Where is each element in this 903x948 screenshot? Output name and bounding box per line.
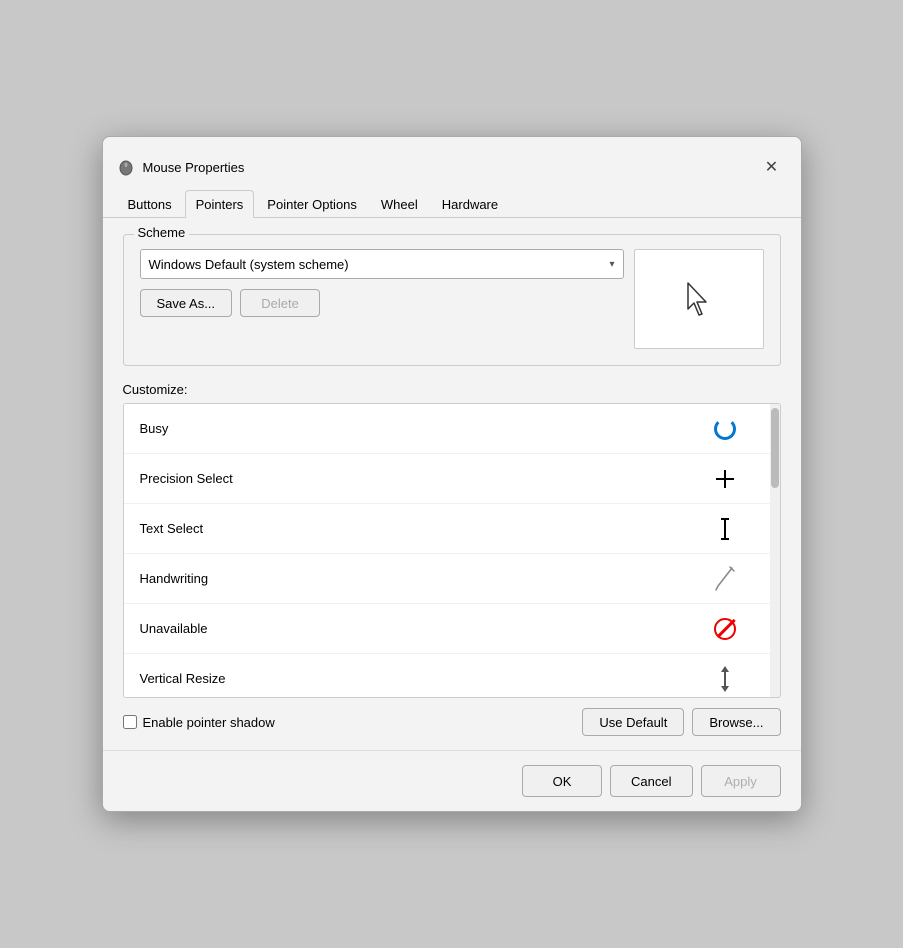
customize-label: Customize: xyxy=(123,382,781,397)
tab-pointer-options[interactable]: Pointer Options xyxy=(256,190,368,218)
list-item[interactable]: Vertical Resize xyxy=(124,654,780,698)
cancel-button[interactable]: Cancel xyxy=(610,765,692,797)
customize-list: Busy Precision Select Text Select xyxy=(123,403,781,698)
list-item[interactable]: Precision Select xyxy=(124,454,780,504)
browse-button[interactable]: Browse... xyxy=(692,708,780,736)
item-label-unavailable: Unavailable xyxy=(140,621,208,636)
unavailable-icon xyxy=(710,614,740,644)
tab-bar: Buttons Pointers Pointer Options Wheel H… xyxy=(103,189,801,218)
item-label-precision: Precision Select xyxy=(140,471,233,486)
apply-button[interactable]: Apply xyxy=(701,765,781,797)
dialog-icon xyxy=(117,158,135,176)
chevron-down-icon: ▾ xyxy=(609,259,614,270)
scheme-group-label: Scheme xyxy=(134,225,190,240)
scheme-left: Windows Default (system scheme) ▾ Save A… xyxy=(140,249,624,317)
list-item[interactable]: Handwriting xyxy=(124,554,780,604)
scheme-group: Scheme Windows Default (system scheme) ▾… xyxy=(123,234,781,366)
scheme-dropdown[interactable]: Windows Default (system scheme) ▾ xyxy=(140,249,624,279)
bottom-action-buttons: Use Default Browse... xyxy=(582,708,780,736)
vertical-resize-icon xyxy=(710,664,740,694)
use-default-button[interactable]: Use Default xyxy=(582,708,684,736)
scrollbar-track[interactable] xyxy=(770,404,780,697)
busy-icon xyxy=(710,414,740,444)
cursor-preview-icon xyxy=(684,281,714,317)
item-label-busy: Busy xyxy=(140,421,169,436)
list-item[interactable]: Busy xyxy=(124,404,780,454)
scrollbar-thumb[interactable] xyxy=(771,408,779,488)
scheme-buttons: Save As... Delete xyxy=(140,289,624,317)
text-select-icon xyxy=(710,514,740,544)
list-item[interactable]: Text Select xyxy=(124,504,780,554)
tab-pointers[interactable]: Pointers xyxy=(185,190,255,218)
scheme-row: Windows Default (system scheme) ▾ Save A… xyxy=(140,249,764,349)
item-label-handwriting: Handwriting xyxy=(140,571,209,586)
save-as-button[interactable]: Save As... xyxy=(140,289,233,317)
cursor-preview-box xyxy=(634,249,764,349)
enable-shadow-checkbox[interactable] xyxy=(123,715,137,729)
tab-hardware[interactable]: Hardware xyxy=(431,190,509,218)
list-item[interactable]: Unavailable xyxy=(124,604,780,654)
item-label-text: Text Select xyxy=(140,521,204,536)
enable-shadow-row: Enable pointer shadow xyxy=(123,715,275,730)
precision-select-icon xyxy=(710,464,740,494)
close-button[interactable]: ✕ xyxy=(757,152,787,182)
enable-shadow-label: Enable pointer shadow xyxy=(143,715,275,730)
item-label-vresize: Vertical Resize xyxy=(140,671,226,686)
handwriting-icon xyxy=(710,564,740,594)
scheme-dropdown-value: Windows Default (system scheme) xyxy=(149,257,349,272)
title-bar: Mouse Properties ✕ xyxy=(103,137,801,185)
ok-button[interactable]: OK xyxy=(522,765,602,797)
tab-wheel[interactable]: Wheel xyxy=(370,190,429,218)
mouse-properties-dialog: Mouse Properties ✕ Buttons Pointers Poin… xyxy=(102,136,802,812)
dialog-title: Mouse Properties xyxy=(143,160,757,175)
delete-button[interactable]: Delete xyxy=(240,289,320,317)
content-area: Scheme Windows Default (system scheme) ▾… xyxy=(103,218,801,750)
tab-buttons[interactable]: Buttons xyxy=(117,190,183,218)
footer: OK Cancel Apply xyxy=(103,750,801,811)
bottom-options: Enable pointer shadow Use Default Browse… xyxy=(123,708,781,736)
